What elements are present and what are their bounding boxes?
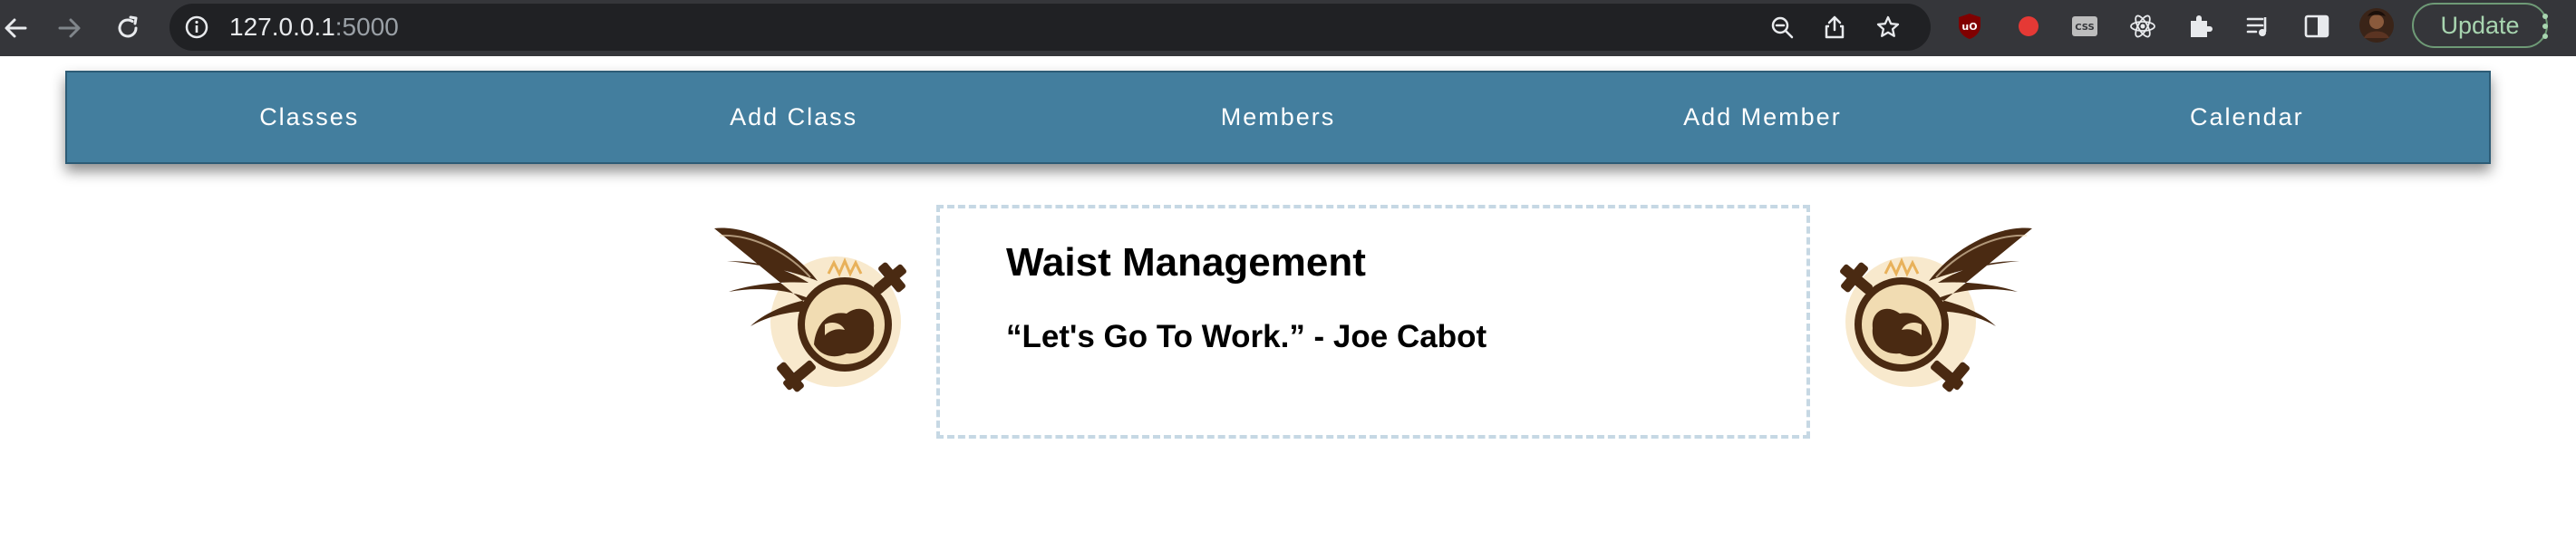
reload-icon[interactable] [107,7,149,49]
page-title: Waist Management [1006,240,1366,285]
profile-avatar[interactable] [2358,7,2395,44]
more-menu-icon[interactable] [2539,11,2552,42]
reading-list-icon[interactable] [2244,12,2273,41]
svg-text:CSS: CSS [2075,23,2094,33]
bookmark-star-icon[interactable] [1875,14,1901,40]
url-port: :5000 [334,13,399,41]
svg-text:uO: uO [1961,21,1977,33]
update-button[interactable]: Update [2412,3,2548,48]
zoom-icon[interactable] [1769,14,1795,40]
address-bar[interactable]: 127.0.0.1:5000 [169,4,1931,51]
nav-item-add-member[interactable]: Add Member [1520,103,2004,131]
main-nav: Classes Add Class Members Add Member Cal… [65,71,2491,164]
css-icon[interactable]: CSS [2070,12,2099,41]
share-icon[interactable] [1822,14,1847,40]
extensions-icon[interactable] [2186,12,2215,41]
back-icon[interactable] [0,7,36,49]
gym-logo-right [1840,227,2032,392]
react-icon[interactable] [2128,12,2157,41]
url-text[interactable]: 127.0.0.1:5000 [229,14,399,41]
record-icon[interactable] [2014,12,2043,41]
url-host: 127.0.0.1 [229,13,335,41]
side-panel-icon[interactable] [2302,12,2331,41]
site-info-icon[interactable] [184,14,209,40]
hero-quote: “Let's Go To Work.” - Joe Cabot [1006,319,1487,354]
nav-item-members[interactable]: Members [1036,103,1520,131]
browser-toolbar: 127.0.0.1:5000 uO CSS Update [0,0,2576,56]
ublock-icon[interactable]: uO [1955,12,1984,41]
nav-item-calendar[interactable]: Calendar [2005,103,2489,131]
forward-icon[interactable] [49,7,91,49]
nav-item-add-class[interactable]: Add Class [551,103,1035,131]
nav-item-classes[interactable]: Classes [67,103,551,131]
gym-logo-left [714,227,906,392]
hero-box: Waist Management “Let's Go To Work.” - J… [936,205,1810,439]
